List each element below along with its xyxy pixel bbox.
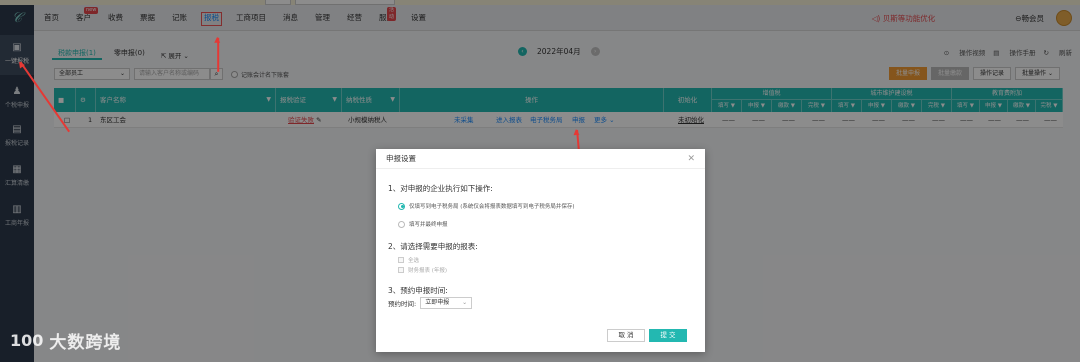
radio-fill-only[interactable]: 仅填写到电子税务局 (系统仅会将报表数据填写到电子税务局并保存) bbox=[398, 202, 575, 210]
dialog-title: 申报设置 bbox=[386, 154, 416, 163]
annotation-arrow bbox=[217, 37, 219, 72]
submit-button[interactable]: 提 交 bbox=[649, 329, 687, 342]
schedule-select[interactable]: 立即申报 ⌄ bbox=[420, 297, 473, 309]
checkbox-label: 财务报表 (年报) bbox=[408, 268, 448, 274]
chevron-down-icon: ⌄ bbox=[462, 299, 468, 306]
dialog-footer: 取 消 提 交 bbox=[603, 329, 687, 342]
checkbox-select-all[interactable]: 全选 bbox=[398, 256, 419, 264]
section-schedule: 3、预约申报时间: bbox=[388, 286, 448, 295]
watermark-text: 大数跨境 bbox=[49, 333, 122, 353]
schedule-value: 立即申报 bbox=[425, 299, 450, 306]
watermark-logo: 100 bbox=[10, 331, 44, 350]
radio-label: 填写并最终申报 bbox=[409, 222, 448, 228]
declare-settings-dialog: 申报设置 ✕ 1、对申报的企业执行如下操作: 仅填写到电子税务局 (系统仅会将报… bbox=[376, 149, 705, 352]
watermark: 100 大数跨境 bbox=[10, 328, 121, 353]
close-icon[interactable]: ✕ bbox=[687, 149, 695, 169]
schedule-label: 预约时间: bbox=[388, 300, 417, 308]
checkbox-box bbox=[398, 257, 404, 263]
radio-label: 仅填写到电子税务局 (系统仅会将报表数据填写到电子税务局并保存) bbox=[409, 204, 575, 210]
checkbox-box bbox=[398, 267, 404, 273]
checkbox-label: 全选 bbox=[408, 258, 420, 264]
section-operation: 1、对申报的企业执行如下操作: bbox=[388, 184, 493, 193]
schedule-row: 预约时间: 立即申报 ⌄ bbox=[388, 297, 473, 309]
dialog-header: 申报设置 ✕ bbox=[376, 149, 705, 169]
radio-fill-and-declare[interactable]: 填写并最终申报 bbox=[398, 220, 448, 228]
radio-dot bbox=[398, 220, 405, 228]
cancel-button[interactable]: 取 消 bbox=[607, 329, 645, 342]
checkbox-financial-report[interactable]: 财务报表 (年报) bbox=[398, 266, 447, 274]
radio-dot bbox=[398, 202, 405, 210]
section-reports: 2、请选择需要申报的报表: bbox=[388, 242, 478, 251]
